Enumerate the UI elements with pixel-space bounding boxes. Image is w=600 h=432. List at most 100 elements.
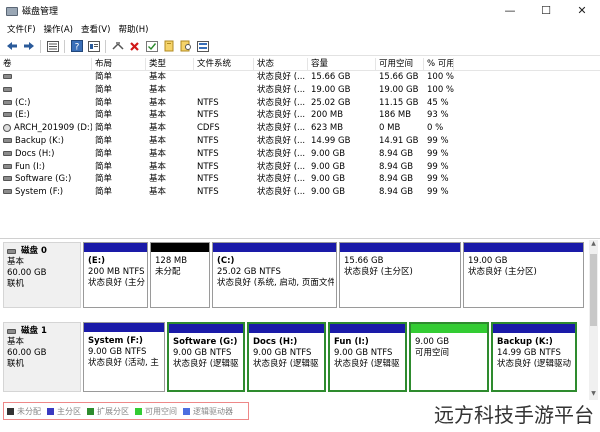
partition-block[interactable]: Docs (H:) 9.00 GB NTFS 状态良好 (逻辑驱 [247,322,326,392]
volume-name: Docs (H:) [15,148,55,159]
partition-info: (E:) 200 MB NTFS 状态良好 (主分 [88,256,145,289]
filesystem-cell: NTFS [197,148,219,159]
scrollbar-thumb[interactable] [590,254,597,326]
partition-block[interactable]: Backup (K:) 14.99 GB NTFS 状态良好 (逻辑驱动 [491,322,577,392]
partition-type-bar [340,243,460,252]
disk-label[interactable]: 磁盘 1 基本 60.00 GB 联机 [3,322,81,392]
free-space-cell: 8.94 GB [379,174,414,185]
title-bar: 磁盘管理 — ☐ ✕ [0,0,600,20]
volume-list-header: 卷 布局 类型 文件系统 状态 容量 可用空间 % 可用 [0,58,600,71]
legend-item: 逻辑驱动器 [183,406,233,417]
table-row[interactable]: System (F:) 简单 基本 NTFS 状态良好 (... 9.00 GB 8.94 … [0,186,600,199]
watermark-text: 远方科技手游平台 [434,403,594,427]
disk-kind: 基本 [7,337,25,347]
new-volume-icon[interactable] [162,40,175,53]
partition-block[interactable]: 15.66 GB 状态良好 (主分区) [339,242,461,308]
minimize-button[interactable]: — [492,0,528,20]
scroll-up-icon[interactable]: ▲ [589,240,598,250]
partition-name: (C:) [217,256,235,266]
partition-block[interactable]: 9.00 GB 可用空间 [409,322,489,392]
pane-splitter[interactable] [0,238,600,239]
volume-name-cell [0,84,92,97]
layout-cell: 简单 [95,72,113,82]
capacity-cell: 9.00 GB [311,174,346,185]
menu-view[interactable]: 查看(V) [77,23,114,35]
disk-view-scrollbar[interactable]: ▲ ▼ [589,240,598,400]
column-header-volume[interactable]: 卷 [0,58,92,70]
volume-name: Backup (K:) [15,135,64,146]
table-row[interactable]: Docs (H:) 简单 基本 NTFS 状态良好 (... 9.00 GB 8.94 GB… [0,148,600,161]
column-header-type[interactable]: 类型 [146,58,194,70]
legend-item: 可用空间 [135,406,177,417]
volume-list: 卷 布局 类型 文件系统 状态 容量 可用空间 % 可用 简单 基本 状态良好 (.… [0,58,600,238]
hard-drive-icon [3,112,12,118]
partition-name: Software (G:) [173,337,238,347]
percent-free-cell: 99 % [427,187,449,198]
table-row[interactable]: 简单 基本 状态良好 (... 19.00 GB 19.00 GB 100 % [0,84,600,97]
percent-free-cell: 100 % [427,72,454,82]
layout-cell: 简单 [95,123,113,134]
forward-arrow-icon[interactable] [22,40,35,53]
legend-label: 扩展分区 [97,406,129,416]
legend-swatch [183,407,190,415]
partition-block[interactable]: Software (G:) 9.00 GB NTFS 状态良好 (逻辑驱 [167,322,245,392]
volume-name: Fun (I:) [15,161,45,172]
connect-icon[interactable] [111,40,124,53]
check-icon[interactable] [145,40,158,53]
partition-legend: 未分配 主分区 扩展分区 可用空间 逻辑驱动器 [3,402,249,420]
column-header-capacity[interactable]: 容量 [308,58,376,70]
help-icon[interactable]: ? [70,40,83,53]
partition-block[interactable]: Fun (I:) 9.00 GB NTFS 状态良好 (逻辑驱 [328,322,407,392]
table-row[interactable]: Backup (K:) 简单 基本 NTFS 状态良好 (... 14.99 GB 14.9… [0,135,600,148]
search-volume-icon[interactable] [179,40,192,53]
partition-block[interactable]: (C:) 25.02 GB NTFS 状态良好 (系统, 启动, 页面文件 [212,242,337,308]
menu-action[interactable]: 操作(A) [40,23,77,35]
column-header-status[interactable]: 状态 [254,58,308,70]
partition-type-bar [330,324,405,333]
back-arrow-icon[interactable] [5,40,18,53]
free-space-cell: 0 MB [379,123,401,134]
partition-block[interactable]: (E:) 200 MB NTFS 状态良好 (主分 [83,242,148,308]
table-row[interactable]: (C:) 简单 基本 NTFS 状态良好 (... 25.02 GB 11.15 GB 45 … [0,97,600,110]
list-view-icon[interactable] [46,40,59,53]
layout-cell: 简单 [95,84,113,95]
filesystem-cell: CDFS [197,123,220,134]
type-cell: 基本 [149,72,167,82]
type-cell: 基本 [149,161,167,172]
disk-name: 磁盘 1 [7,326,77,337]
table-row[interactable]: Software (G:) 简单 基本 NTFS 状态良好 (... 9.00 GB 8.9… [0,173,600,186]
maximize-button[interactable]: ☐ [528,0,564,20]
menu-help[interactable]: 帮助(H) [114,23,152,35]
legend-item: 主分区 [47,406,81,417]
column-header-layout[interactable]: 布局 [92,58,146,70]
menu-file[interactable]: 文件(F) [3,23,40,35]
partition-block[interactable]: 128 MB 未分配 [150,242,210,308]
partition-type-bar [84,243,147,252]
table-row[interactable]: 简单 基本 状态良好 (... 15.66 GB 15.66 GB 100 % [0,71,600,84]
capacity-cell: 9.00 GB [311,148,346,159]
partition-block[interactable]: 19.00 GB 状态良好 (主分区) [463,242,584,308]
volume-name-cell [0,71,92,84]
disk-management-icon [5,4,18,16]
graph-view-icon[interactable] [196,40,209,53]
partition-strip: System (F:) 9.00 GB NTFS 状态良好 (活动, 主 Softwa… [83,322,586,392]
partition-line1: 19.00 GB [468,256,508,266]
properties-icon[interactable] [87,40,100,53]
partition-line2: 可用空间 [415,348,450,358]
column-header-percent-free[interactable]: % 可用 [424,58,454,70]
close-button[interactable]: ✕ [564,0,600,20]
partition-block[interactable]: System (F:) 9.00 GB NTFS 状态良好 (活动, 主 [83,322,165,392]
cd-drive-icon [3,123,11,132]
table-row[interactable]: Fun (I:) 简单 基本 NTFS 状态良好 (... 9.00 GB 8.94 GB 9… [0,161,600,174]
percent-free-cell: 99 % [427,174,449,185]
table-row[interactable]: ARCH_201909 (D:) 简单 基本 CDFS 状态良好 (... 623 MB 0… [0,122,600,135]
column-header-free-space[interactable]: 可用空间 [376,58,424,70]
filesystem-cell [194,71,254,84]
column-header-filesystem[interactable]: 文件系统 [194,58,254,70]
legend-label: 可用空间 [145,406,177,416]
free-space-cell: 8.94 GB [379,161,414,172]
delete-icon[interactable] [128,40,141,53]
disk-label[interactable]: 磁盘 0 基本 60.00 GB 联机 [3,242,81,308]
filesystem-cell: NTFS [197,97,219,108]
table-row[interactable]: (E:) 简单 基本 NTFS 状态良好 (... 200 MB 186 MB 93 % [0,109,600,122]
